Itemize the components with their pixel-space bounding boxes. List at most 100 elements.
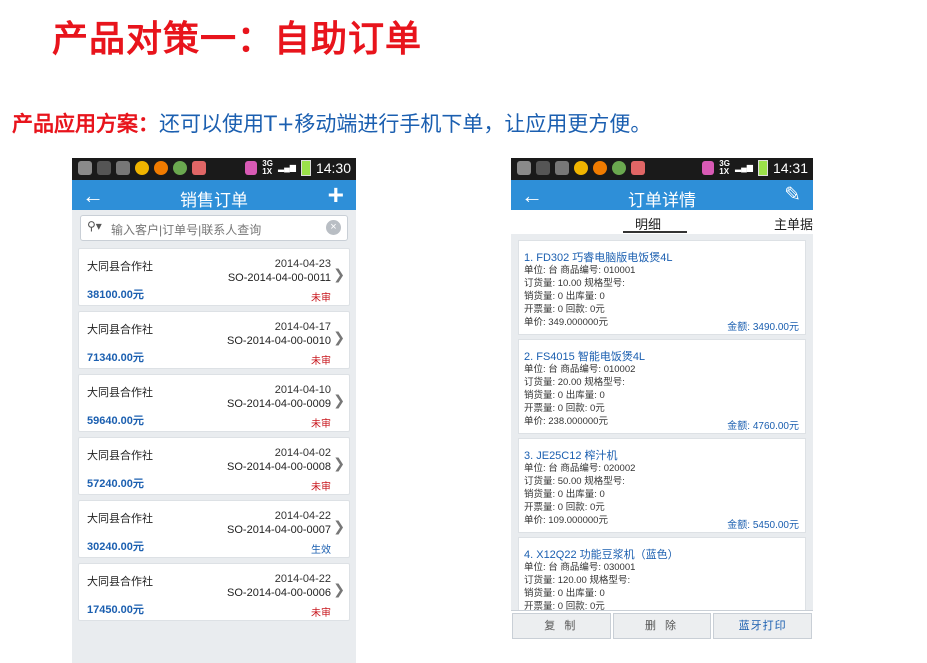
order-list: 大同县合作社 2014-04-23 SO-2014-04-00-0011 38100.… <box>72 248 356 621</box>
game-icon <box>173 161 187 175</box>
item-title: 3. JE25C12 榨汁机 <box>524 450 618 462</box>
order-row[interactable]: 大同县合作社 2014-04-10 SO-2014-04-00-0009 59640.… <box>78 374 350 432</box>
phone-sales-orders: 3G 1X ▂▄▆ 14:30 ← 销售订单 + ⚲▾ 输入客户|订单号|联系人查… <box>72 158 356 663</box>
order-amount: 71340.00元 <box>87 352 144 364</box>
order-row[interactable]: 大同县合作社 2014-04-22 SO-2014-04-00-0007 30240.… <box>78 500 350 558</box>
chevron-right-icon: ❯ <box>333 392 345 408</box>
order-row[interactable]: 大同县合作社 2014-04-23 SO-2014-04-00-0011 38100.… <box>78 248 350 306</box>
clear-icon[interactable]: × <box>326 220 341 235</box>
search-input[interactable]: ⚲▾ 输入客户|订单号|联系人查询 × <box>80 215 348 241</box>
subtitle-label: 产品应用方案： <box>12 112 159 136</box>
item-sales-line: 销货量: 0 出库量: 0 <box>524 588 605 599</box>
signal-bars-icon: ▂▄▆ <box>734 163 753 172</box>
page-title: 订单详情 <box>628 191 696 210</box>
item-price-line: 单价: 349.000000元 <box>524 317 608 328</box>
usb-icon <box>536 161 550 175</box>
item-invoice-line: 开票量: 0 回款: 0元 <box>524 304 605 315</box>
detail-item[interactable]: 2. FS4015 智能电饭煲4L 单位: 台 商品编号: 010002 订货量: … <box>518 339 806 434</box>
order-number: SO-2014-04-00-0006 <box>227 587 331 599</box>
notification-icons <box>78 161 206 175</box>
item-price-line: 单价: 238.000000元 <box>524 416 608 427</box>
chevron-right-icon: ❯ <box>333 518 345 534</box>
weather-icon <box>574 161 588 175</box>
order-number: SO-2014-04-00-0011 <box>227 272 331 284</box>
status-bar: 3G 1X ▂▄▆ 14:31 <box>511 158 813 180</box>
item-total: 金额: 5450.00元 <box>727 520 799 531</box>
order-date: 2014-04-10 <box>274 384 331 396</box>
detail-item[interactable]: 3. JE25C12 榨汁机 单位: 台 商品编号: 020002 订货量: 50.… <box>518 438 806 533</box>
item-price-line: 单价: 109.000000元 <box>524 515 608 526</box>
order-status: 未审 <box>311 482 331 493</box>
message-icon <box>245 161 258 175</box>
gallery-icon <box>631 161 645 175</box>
order-date: 2014-04-17 <box>274 321 331 333</box>
item-order-line: 订货量: 120.00 规格型号: <box>524 575 631 586</box>
bottom-action-bar: 复 制 删 除 蓝牙打印 <box>511 610 813 640</box>
order-row[interactable]: 大同县合作社 2014-04-17 SO-2014-04-00-0010 71340.… <box>78 311 350 369</box>
order-number: SO-2014-04-00-0007 <box>227 524 331 536</box>
tab-header[interactable]: 主单据 <box>774 214 813 233</box>
delete-button[interactable]: 删 除 <box>612 613 712 639</box>
phone-order-detail: 3G 1X ▂▄▆ 14:31 ← 订单详情 ✎ 明细 主单据 1. FD302 … <box>511 158 813 640</box>
item-sales-line: 销货量: 0 出库量: 0 <box>524 489 605 500</box>
gallery-icon <box>192 161 206 175</box>
search-placeholder: 输入客户|订单号|联系人查询 <box>111 223 262 237</box>
order-status: 未审 <box>311 608 331 619</box>
slide-title: 产品对策一：自助订单 <box>52 19 423 60</box>
android-icon <box>517 161 531 175</box>
signal-bars-icon: ▂▄▆ <box>277 163 296 172</box>
item-unit-line: 单位: 台 商品编号: 030001 <box>524 562 636 573</box>
app-bar: ← 订单详情 ✎ <box>511 180 813 210</box>
status-bar: 3G 1X ▂▄▆ 14:30 <box>72 158 356 180</box>
system-icons: 3G 1X ▂▄▆ 14:30 <box>245 160 351 176</box>
chevron-right-icon: ❯ <box>333 266 345 282</box>
detail-item[interactable]: 4. X12Q22 功能豆浆机（蓝色） 单位: 台 商品编号: 030001 订货量… <box>518 537 806 614</box>
order-date: 2014-04-22 <box>274 573 331 585</box>
item-total: 金额: 3490.00元 <box>727 322 799 333</box>
order-number: SO-2014-04-00-0010 <box>227 335 331 347</box>
item-unit-line: 单位: 台 商品编号: 020002 <box>524 463 636 474</box>
item-order-line: 订货量: 50.00 规格型号: <box>524 476 625 487</box>
order-date: 2014-04-22 <box>274 510 331 522</box>
signal-3g-icon: 3G 1X <box>262 159 273 176</box>
search-icon: ⚲▾ <box>87 219 102 233</box>
copy-button[interactable]: 复 制 <box>512 613 611 639</box>
item-invoice-line: 开票量: 0 回款: 0元 <box>524 403 605 414</box>
order-customer: 大同县合作社 <box>87 513 153 525</box>
item-order-line: 订货量: 10.00 规格型号: <box>524 278 625 289</box>
bluetooth-print-button[interactable]: 蓝牙打印 <box>713 613 813 639</box>
item-unit-line: 单位: 台 商品编号: 010002 <box>524 364 636 375</box>
sun-icon <box>154 161 168 175</box>
item-title: 2. FS4015 智能电饭煲4L <box>524 351 646 363</box>
order-row[interactable]: 大同县合作社 2014-04-22 SO-2014-04-00-0006 17450.… <box>78 563 350 621</box>
tab-active-indicator <box>623 231 687 233</box>
slide-subtitle: 产品应用方案：还可以使用T+移动端进行手机下单，让应用更方便。 <box>12 108 651 138</box>
order-row[interactable]: 大同县合作社 2014-04-02 SO-2014-04-00-0008 57240.… <box>78 437 350 495</box>
order-amount: 17450.00元 <box>87 604 144 616</box>
order-customer: 大同县合作社 <box>87 450 153 462</box>
order-amount: 59640.00元 <box>87 415 144 427</box>
item-total: 金额: 4760.00元 <box>727 421 799 432</box>
order-amount: 57240.00元 <box>87 478 144 490</box>
order-date: 2014-04-23 <box>274 258 331 270</box>
order-customer: 大同县合作社 <box>87 324 153 336</box>
status-time: 14:30 <box>315 160 351 176</box>
message-icon <box>702 161 715 175</box>
usb-icon <box>97 161 111 175</box>
edit-icon[interactable]: ✎ <box>784 180 801 210</box>
app-icon <box>555 161 569 175</box>
order-status: 未审 <box>311 356 331 367</box>
item-order-line: 订货量: 20.00 规格型号: <box>524 377 625 388</box>
notification-icons <box>517 161 645 175</box>
order-status: 未审 <box>311 419 331 430</box>
order-customer: 大同县合作社 <box>87 576 153 588</box>
weather-icon <box>135 161 149 175</box>
add-order-icon[interactable]: + <box>328 180 344 210</box>
item-invoice-line: 开票量: 0 回款: 0元 <box>524 502 605 513</box>
detail-item[interactable]: 1. FD302 巧睿电脑版电饭煲4L 单位: 台 商品编号: 010001 订货量… <box>518 240 806 335</box>
app-icon <box>116 161 130 175</box>
battery-icon <box>757 160 768 176</box>
order-amount: 30240.00元 <box>87 541 144 553</box>
subtitle-text: 还可以使用T+移动端进行手机下单，让应用更方便。 <box>159 112 652 136</box>
sun-icon <box>593 161 607 175</box>
